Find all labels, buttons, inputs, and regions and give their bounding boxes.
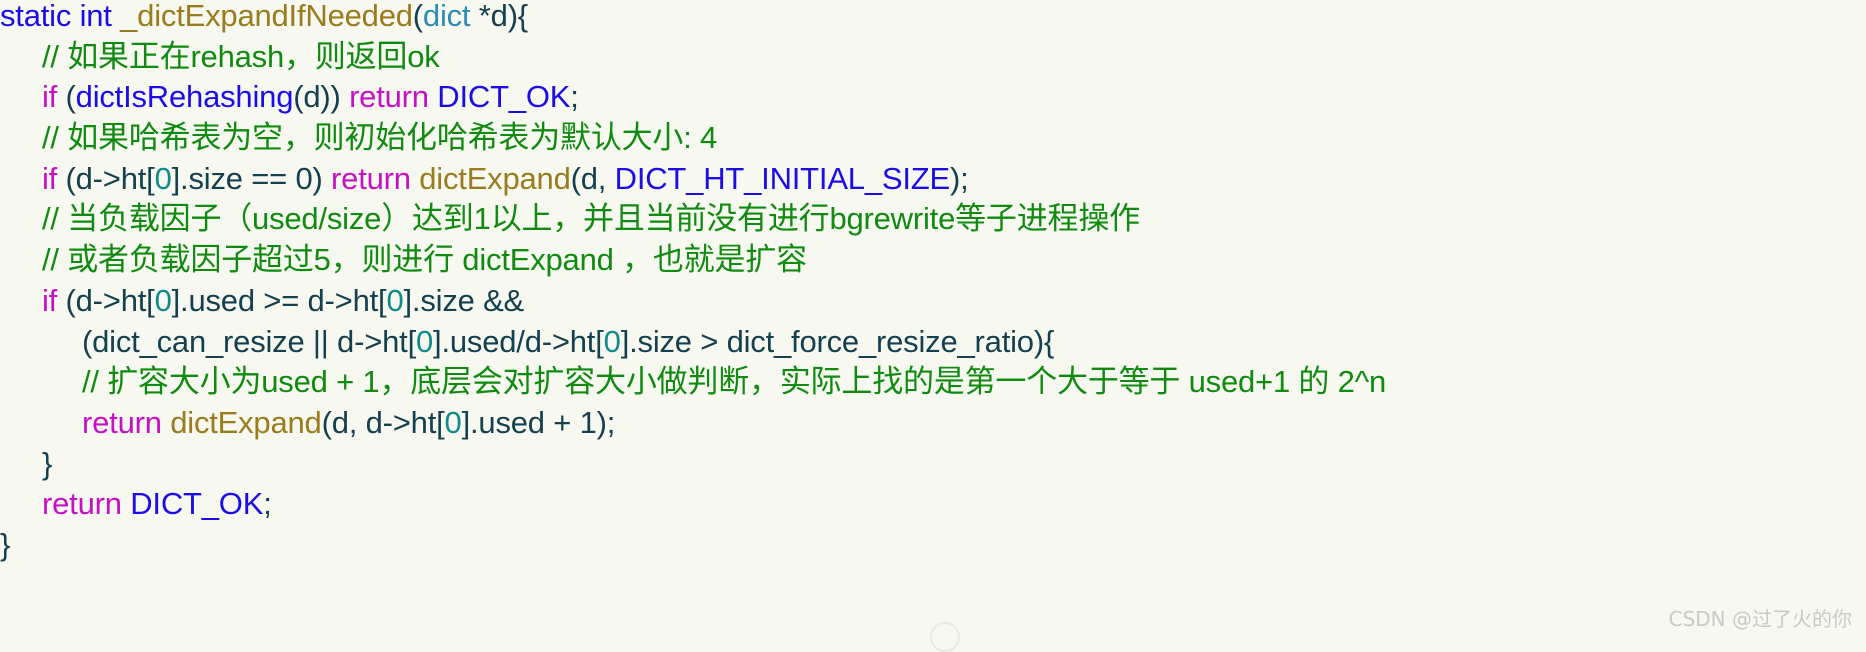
code-token: 0 bbox=[444, 404, 462, 440]
code-token: 0 bbox=[295, 160, 313, 196]
code-token: } bbox=[0, 526, 11, 562]
code-line[interactable]: // 或者负载因子超过5，则进行 dictExpand ，也就是扩容 bbox=[0, 240, 1866, 281]
code-token: ].size > dict_force_resize_ratio){ bbox=[620, 323, 1055, 359]
code-token: } bbox=[42, 445, 53, 481]
code-token: ); bbox=[596, 404, 616, 440]
code-token: 0 bbox=[603, 323, 621, 359]
code-line[interactable]: // 如果哈希表为空，则初始化哈希表为默认大小: 4 bbox=[0, 118, 1866, 159]
code-token: (d)) bbox=[293, 79, 350, 115]
code-line[interactable]: } bbox=[0, 525, 1866, 566]
code-token: ){ bbox=[507, 0, 528, 33]
code-token: return bbox=[42, 486, 122, 522]
code-token: ( bbox=[412, 0, 423, 33]
code-token: 1 bbox=[579, 404, 597, 440]
code-token: if bbox=[42, 160, 58, 196]
code-token: (d->ht[ bbox=[57, 282, 155, 318]
code-block[interactable]: static int _dictExpandIfNeeded(dict *d){… bbox=[0, 0, 1866, 566]
code-token: (d, d->ht[ bbox=[321, 404, 445, 440]
code-token: // 如果正在rehash，则返回ok bbox=[42, 38, 440, 74]
code-token: ; bbox=[570, 79, 579, 115]
code-token: ); bbox=[950, 160, 969, 196]
code-line[interactable]: return DICT_OK; bbox=[0, 484, 1866, 525]
code-token: DICT_HT_INITIAL_SIZE bbox=[614, 160, 951, 196]
code-token: DICT_OK bbox=[130, 486, 264, 522]
code-line[interactable]: if (d->ht[0].size == 0) return dictExpan… bbox=[0, 159, 1866, 200]
scroll-indicator-icon bbox=[930, 622, 960, 652]
code-token: dictIsRehashing bbox=[75, 79, 294, 115]
code-line[interactable]: static int _dictExpandIfNeeded(dict *d){ bbox=[0, 0, 1866, 37]
code-token: _dictExpandIfNeeded bbox=[120, 0, 413, 33]
code-token: (dict_can_resize || d->ht[ bbox=[82, 323, 416, 359]
code-token: static int bbox=[0, 0, 112, 33]
code-token: 0 bbox=[386, 282, 404, 318]
code-token: (d->ht[ bbox=[57, 160, 155, 196]
code-line[interactable]: // 扩容大小为used + 1，底层会对扩容大小做判断，实际上找的是第一个大于… bbox=[0, 362, 1866, 403]
code-line[interactable]: } bbox=[0, 444, 1866, 485]
code-token: ) bbox=[312, 160, 332, 196]
code-line[interactable]: return dictExpand(d, d->ht[0].used + 1); bbox=[0, 403, 1866, 444]
code-token: // 或者负载因子超过5，则进行 dictExpand ，也就是扩容 bbox=[42, 242, 807, 278]
code-line[interactable]: (dict_can_resize || d->ht[0].used/d->ht[… bbox=[0, 322, 1866, 363]
code-token: dict bbox=[422, 0, 471, 33]
code-line[interactable]: // 当负载因子（used/size）达到1以上，并且当前没有进行bgrewri… bbox=[0, 199, 1866, 240]
code-token: return bbox=[331, 160, 411, 196]
code-token: (d, bbox=[570, 160, 615, 196]
code-token: dictExpand bbox=[170, 404, 322, 440]
code-token: 0 bbox=[154, 282, 172, 318]
code-token: ; bbox=[263, 486, 272, 522]
code-token: if bbox=[42, 282, 58, 318]
code-token: ].size && bbox=[403, 282, 525, 318]
code-token: // 当负载因子（used/size）达到1以上，并且当前没有进行bgrewri… bbox=[42, 201, 1140, 237]
code-token: return bbox=[349, 79, 429, 115]
code-line[interactable]: if (d->ht[0].used >= d->ht[0].size && bbox=[0, 281, 1866, 322]
code-token: ].size == bbox=[171, 160, 296, 196]
code-token: 0 bbox=[415, 323, 434, 359]
code-token: // 扩容大小为used + 1，底层会对扩容大小做判断，实际上找的是第一个大于… bbox=[82, 364, 1387, 400]
code-token: 0 bbox=[154, 160, 172, 196]
code-token: // 如果哈希表为空，则初始化哈希表为默认大小: 4 bbox=[42, 120, 718, 156]
code-token: dictExpand bbox=[419, 160, 571, 196]
code-token: ].used/d->ht[ bbox=[433, 323, 604, 359]
code-viewer[interactable]: static int _dictExpandIfNeeded(dict *d){… bbox=[0, 0, 1866, 652]
code-token: *d bbox=[470, 0, 508, 33]
csdn-watermark: CSDN @过了火的你 bbox=[1668, 607, 1852, 631]
code-token: ( bbox=[57, 79, 76, 115]
code-line[interactable]: if (dictIsRehashing(d)) return DICT_OK; bbox=[0, 77, 1866, 118]
code-token: if bbox=[42, 79, 58, 115]
code-token: ].used >= d->ht[ bbox=[171, 282, 387, 318]
code-token: DICT_OK bbox=[437, 79, 571, 115]
code-token: ].used + bbox=[461, 404, 580, 440]
code-line[interactable]: // 如果正在rehash，则返回ok bbox=[0, 37, 1866, 78]
code-token: return bbox=[82, 404, 162, 440]
